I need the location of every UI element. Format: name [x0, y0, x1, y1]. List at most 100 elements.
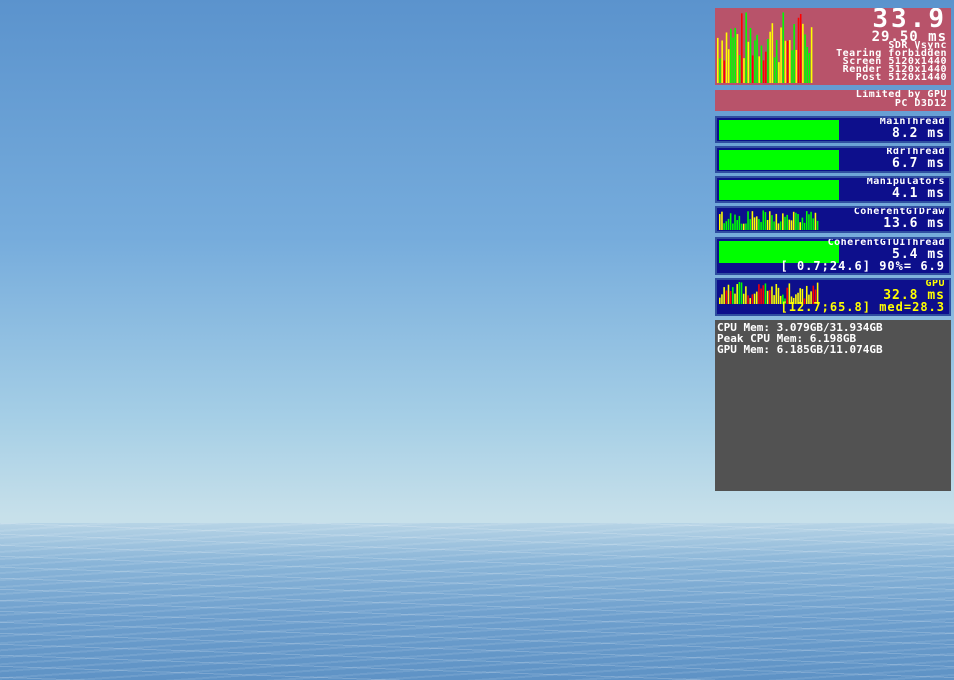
- history-bar: [734, 214, 736, 230]
- memory-panel: CPU Mem: 3.079GB/31.934GB Peak CPU Mem: …: [715, 320, 951, 491]
- history-bar: [778, 62, 780, 83]
- history-bar: [723, 287, 725, 304]
- history-bar: [793, 24, 795, 83]
- history-bar: [725, 32, 728, 83]
- post-resolution: Post 5120x1440: [855, 72, 947, 83]
- thread-panel-coherentgtuithread: CoherentGTUIThread 5.4 ms [ 0.7;24.6] 90…: [715, 237, 951, 275]
- history-bar: [773, 221, 775, 230]
- history-bar: [795, 49, 798, 83]
- history-bar: [784, 40, 787, 83]
- thread-panel-mainthread: MainThread 8.2 ms: [715, 116, 951, 143]
- history-bar: [732, 37, 734, 83]
- history-bar: [745, 12, 747, 83]
- history-bar: [738, 215, 741, 230]
- history-bar: [805, 211, 808, 230]
- history-bar: [766, 290, 769, 304]
- history-bar: [782, 213, 784, 230]
- history-bar: [762, 285, 765, 304]
- history-bar: [758, 56, 761, 83]
- history-bar: [732, 223, 734, 230]
- history-bar: [725, 221, 728, 230]
- history-bar: [747, 41, 750, 83]
- history-bar: [775, 40, 778, 83]
- thread-time: 13.6 ms: [883, 216, 945, 231]
- history-bar: [727, 49, 730, 83]
- history-bar: [771, 286, 773, 304]
- history-bar: [779, 221, 782, 230]
- thread-time: 6.7 ms: [892, 156, 945, 171]
- history-bar: [767, 38, 769, 83]
- thread-panel-rdrthread: RdrThread 6.7 ms: [715, 146, 951, 173]
- history-bar: [751, 55, 754, 83]
- history-bar: [786, 214, 788, 230]
- history-bar: [760, 288, 762, 304]
- history-bar: [717, 37, 719, 83]
- history-bar: [751, 294, 754, 304]
- history-bar: [721, 40, 723, 83]
- history-bar: [732, 287, 734, 304]
- history-bar: [743, 58, 745, 83]
- history-bar: [738, 282, 741, 304]
- history-bar: [766, 219, 769, 230]
- history-bar: [740, 223, 743, 230]
- thread-load-bar: [719, 150, 839, 170]
- history-bar: [812, 218, 815, 230]
- thread-load-bar: [719, 120, 839, 140]
- history-bar: [765, 51, 767, 83]
- history-bar: [777, 223, 780, 230]
- history-bar: [745, 286, 747, 304]
- history-bar: [801, 217, 804, 230]
- history-bar: [799, 222, 801, 230]
- history-bar: [742, 223, 745, 230]
- history-bar: [741, 13, 743, 83]
- history-bar: [799, 14, 802, 83]
- history-bar: [749, 27, 752, 83]
- ocean-surface: [0, 523, 954, 680]
- history-bar: [723, 223, 725, 230]
- history-bar: [806, 47, 809, 83]
- history-bar: [755, 291, 758, 304]
- history-bar: [797, 214, 799, 230]
- history-bar: [754, 40, 756, 83]
- history-bar: [802, 23, 804, 83]
- history-bar: [760, 45, 763, 83]
- history-bar: [721, 294, 723, 304]
- history-bar: [719, 214, 721, 230]
- history-bar: [769, 31, 771, 83]
- history-bar: [738, 55, 741, 83]
- history-bar: [747, 211, 749, 230]
- history-bar: [756, 34, 758, 83]
- history-bar: [736, 284, 738, 304]
- thread-time: 4.1 ms: [892, 186, 945, 201]
- history-bar: [727, 284, 730, 304]
- limit-panel: Limited by GPU PC D3D12: [715, 90, 951, 111]
- history-bar: [789, 40, 791, 83]
- history-bar: [814, 212, 817, 230]
- history-bar: [719, 297, 721, 304]
- thread-history-graph: [719, 210, 819, 230]
- history-bar: [808, 52, 811, 83]
- history-bar: [788, 219, 791, 230]
- fps-panel: 33.9 29.50 ms SDR Vsync Tearing forbidde…: [715, 8, 951, 85]
- history-bar: [808, 214, 810, 230]
- history-bar: [734, 293, 736, 304]
- history-bar: [803, 222, 806, 230]
- history-bar: [764, 283, 767, 304]
- history-bar: [769, 290, 771, 304]
- gpu-memory: GPU Mem: 6.185GB/11.074GB: [717, 343, 883, 356]
- history-bar: [775, 213, 778, 230]
- history-bar: [725, 290, 728, 304]
- history-bar: [792, 211, 795, 230]
- gpu-stats: [12.7;65.8] med=28.3: [780, 300, 945, 314]
- history-bar: [745, 223, 747, 230]
- history-bar: [762, 60, 765, 83]
- history-bar: [736, 220, 738, 230]
- history-bar: [755, 216, 758, 230]
- thread-panel-manipulators: Manipulators 4.1 ms: [715, 176, 951, 203]
- history-bar: [751, 211, 754, 230]
- history-bar: [797, 17, 800, 83]
- thread-load-bar: [719, 180, 839, 200]
- thread-time: 8.2 ms: [892, 126, 945, 141]
- history-bar: [810, 27, 813, 83]
- thread-stats: [ 0.7;24.6] 90%= 6.9: [780, 259, 945, 273]
